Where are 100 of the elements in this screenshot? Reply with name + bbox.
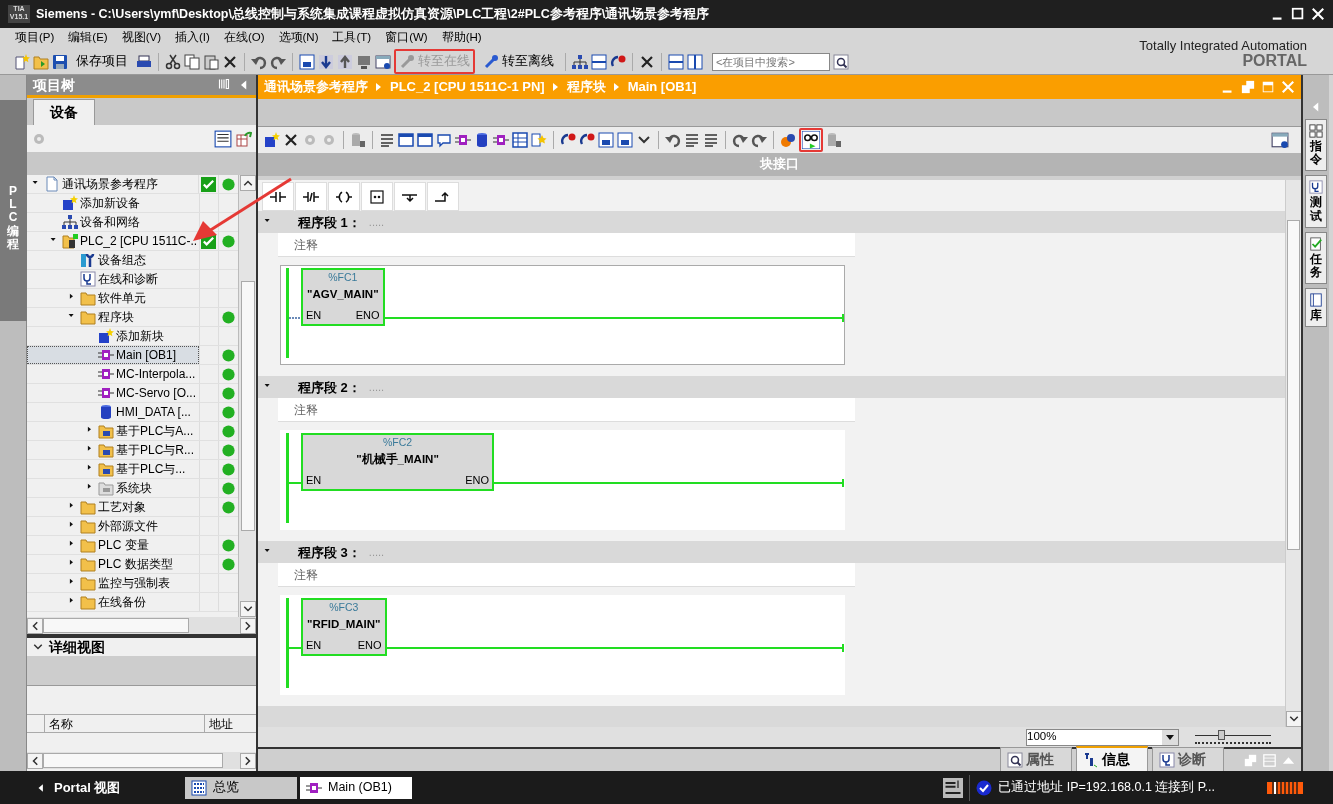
clipboard-icon[interactable]	[203, 53, 219, 70]
delete-icon[interactable]	[283, 132, 299, 148]
panel-tab[interactable]: 设备	[33, 99, 95, 125]
screen-icon[interactable]	[356, 53, 372, 70]
status-message[interactable]: 已通过地址 IP=192.168.0.1 连接到 P...	[998, 778, 1215, 797]
scrollbar-thumb[interactable]	[240, 281, 255, 531]
copy-icon[interactable]	[184, 53, 200, 70]
scroll-down-button[interactable]	[1285, 711, 1301, 727]
tree-item[interactable]: 基于PLC与A...	[27, 422, 199, 440]
compile-icon[interactable]	[299, 53, 315, 70]
scroll-right-button[interactable]	[240, 617, 256, 634]
star-icon[interactable]	[531, 132, 547, 148]
menu-item[interactable]: 帮助(H)	[434, 29, 489, 47]
toolbar-button[interactable]: 转至离线	[478, 49, 559, 74]
download-icon[interactable]	[318, 53, 334, 70]
tree-item[interactable]: PLC 变量	[27, 536, 199, 554]
search-field[interactable]: <在项目中搜索>	[712, 52, 830, 71]
cylinder-icon[interactable]	[350, 132, 366, 148]
status-panel-icon[interactable]	[943, 777, 964, 798]
column-header[interactable]: 地址	[205, 715, 233, 732]
save-icon[interactable]	[52, 53, 68, 70]
tree-item[interactable]: MC-Servo [O...	[27, 384, 199, 402]
tree-item[interactable]: 在线备份	[27, 593, 199, 611]
scroll-left-button[interactable]	[27, 752, 43, 769]
network-diagram[interactable]: %FC3 "RFID_MAIN" EN ENO	[280, 595, 845, 696]
scroll-left-button[interactable]	[27, 617, 43, 634]
tree-view-icon[interactable]	[214, 129, 232, 148]
tree-item[interactable]: 基于PLC与...	[27, 460, 199, 478]
menu-item[interactable]: 窗口(W)	[378, 29, 435, 47]
redo-icon[interactable]	[751, 132, 767, 148]
block-icon[interactable]	[493, 132, 509, 148]
grid-icon[interactable]	[512, 132, 528, 148]
scrollbar-thumb[interactable]	[1287, 220, 1300, 550]
tree-item[interactable]: HMI_DATA [...	[27, 403, 199, 421]
scissors-icon[interactable]	[165, 53, 181, 70]
empty-box-icon[interactable]	[367, 188, 387, 205]
side-tab[interactable]: PLC 编程	[0, 100, 27, 321]
function-block[interactable]: %FC3 "RFID_MAIN" EN ENO	[301, 598, 387, 656]
side-tab[interactable]: 指令	[1305, 119, 1327, 172]
upload-icon[interactable]	[337, 53, 353, 70]
cylinder-icon[interactable]	[826, 132, 842, 148]
menu-item[interactable]: 工具(T)	[325, 29, 379, 47]
coil-icon[interactable]	[334, 188, 354, 205]
split-icon[interactable]	[668, 53, 684, 70]
tree-item[interactable]: 添加新设备	[27, 194, 199, 212]
tree-item[interactable]: 在线和诊断	[27, 270, 199, 288]
editor-tab[interactable]: 总览	[185, 776, 297, 799]
tree-item[interactable]: PLC 数据类型	[27, 555, 199, 573]
tree-item[interactable]: 工艺对象	[27, 498, 199, 516]
list-icon[interactable]	[379, 132, 395, 148]
scroll-right-button[interactable]	[240, 752, 256, 769]
new-page-icon[interactable]	[14, 53, 30, 70]
tree-item[interactable]: 基于PLC与R...	[27, 441, 199, 459]
slider-thumb[interactable]	[1217, 730, 1225, 740]
tree-item[interactable]: 程序块	[27, 308, 199, 326]
delete-icon[interactable]	[639, 53, 655, 70]
menu-item[interactable]: 选项(N)	[271, 29, 326, 47]
network-title[interactable]: 程序段 1：	[298, 212, 361, 232]
network-title[interactable]: 程序段 3：	[298, 542, 361, 562]
tree-item[interactable]: 外部源文件	[27, 517, 199, 535]
split-icon[interactable]	[687, 53, 703, 70]
tree-item[interactable]: Main [OB1]	[27, 346, 199, 364]
compile-icon[interactable]	[617, 132, 633, 148]
tree-item[interactable]: 添加新块	[27, 327, 199, 345]
menu-item[interactable]: 视图(V)	[114, 29, 169, 47]
menu-item[interactable]: 编辑(E)	[61, 29, 115, 47]
redo-icon[interactable]	[732, 132, 748, 148]
inspector-tab[interactable]: 诊断	[1152, 747, 1224, 771]
network-diagram[interactable]: %FC2 "机械手_MAIN" EN ENO	[280, 430, 845, 531]
table-arrow-icon[interactable]	[236, 130, 252, 147]
split-icon[interactable]	[591, 53, 607, 70]
printer-icon[interactable]	[136, 53, 152, 70]
panel-icon[interactable]	[375, 53, 391, 70]
network-icon[interactable]	[572, 53, 588, 70]
undo-icon[interactable]	[665, 132, 681, 148]
scroll-down-button[interactable]	[239, 601, 256, 617]
menu-item[interactable]: 在线(O)	[216, 29, 272, 47]
scrollbar-thumb[interactable]	[43, 753, 223, 768]
function-block[interactable]: %FC1 "AGV_MAIN" EN ENO	[301, 268, 385, 326]
maximize-icon[interactable]	[1291, 7, 1305, 21]
menu-item[interactable]: 项目(P)	[8, 29, 62, 47]
database-icon[interactable]	[474, 132, 490, 148]
network-diagram[interactable]: %FC1 "AGV_MAIN" EN ENO	[280, 265, 845, 366]
tree-item[interactable]: 设备和网络	[27, 213, 199, 231]
delete-icon[interactable]	[222, 53, 238, 70]
add-icon[interactable]	[264, 132, 280, 148]
inspector-tab[interactable]: 信息	[1076, 746, 1148, 771]
close-icon[interactable]	[1311, 7, 1325, 21]
panel-icon[interactable]	[1271, 131, 1289, 150]
magnifier-icon[interactable]	[833, 53, 849, 70]
portal-view-button[interactable]: Portal 视图	[36, 777, 121, 798]
side-tab[interactable]: 测试	[1305, 175, 1327, 228]
compile-icon[interactable]	[598, 132, 614, 148]
tree-item[interactable]: 软件单元	[27, 289, 199, 307]
zoom-dropdown[interactable]: 100%	[1026, 728, 1179, 746]
column-header[interactable]: 名称	[45, 715, 205, 732]
tree-item[interactable]: 系统块	[27, 479, 199, 497]
speech-bubble-icon[interactable]	[436, 132, 452, 148]
network-title[interactable]: 程序段 2：	[298, 377, 361, 397]
list-icon[interactable]	[684, 132, 700, 148]
